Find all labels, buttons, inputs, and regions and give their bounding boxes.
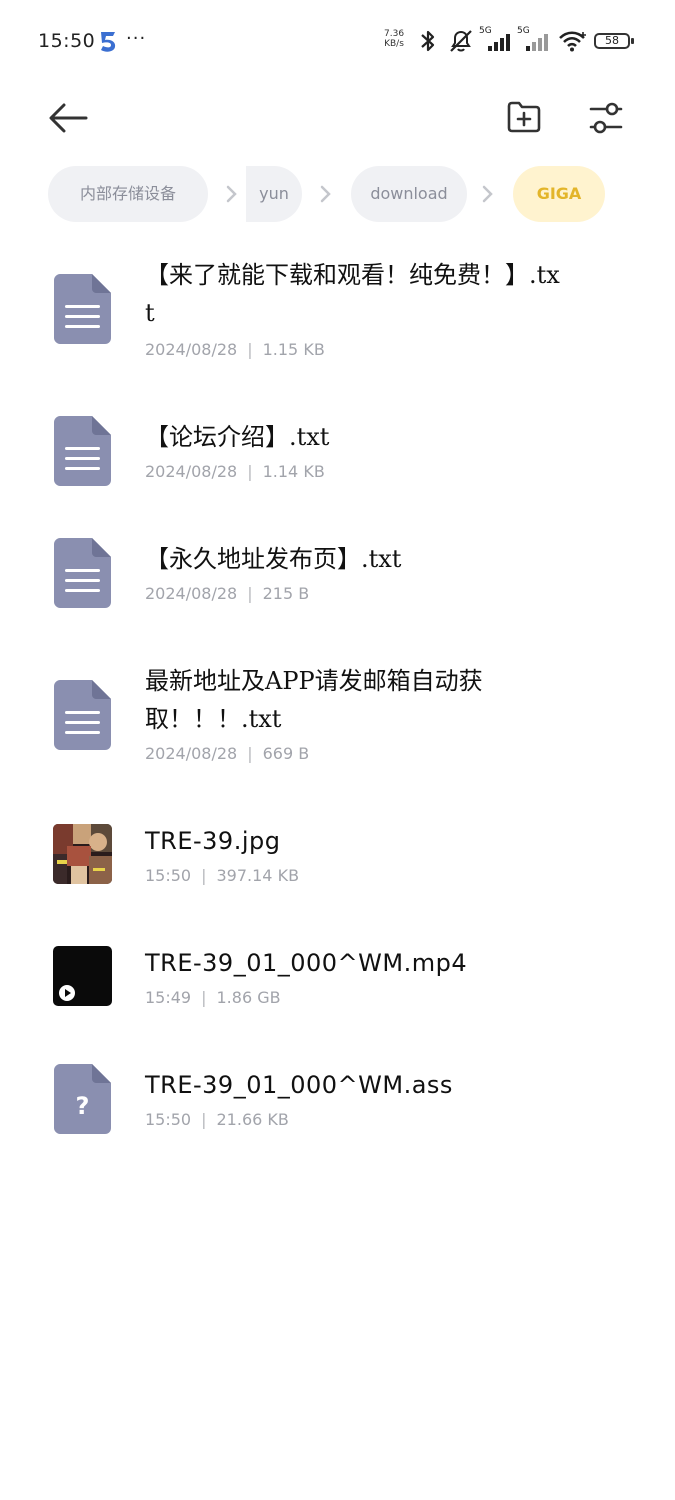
file-date: 15:50 [145, 1110, 192, 1129]
signal-sim2-icon [526, 34, 548, 51]
file-row[interactable]: 最新地址及APP请发邮箱自动获取！！！.txt 2024/08/28 | 669 B [0, 656, 675, 776]
file-size: 21.66 KB [216, 1110, 289, 1129]
breadcrumb-item-giga[interactable]: GIGA [513, 166, 605, 222]
file-size: 669 B [262, 744, 310, 763]
file-meta: 2024/08/28 | 1.15 KB [145, 340, 325, 359]
file-size: 1.14 KB [262, 462, 325, 481]
file-size: 397.14 KB [216, 866, 300, 885]
chevron-right-icon [226, 185, 237, 203]
file-date: 15:50 [145, 866, 192, 885]
file-name: 【来了就能下载和观看！纯免费！】.txt [145, 261, 560, 327]
file-meta: 15:50 | 397.14 KB [145, 866, 299, 885]
file-date: 2024/08/28 [145, 462, 238, 481]
file-date: 15:49 [145, 988, 192, 1007]
video-thumbnail [53, 946, 112, 1006]
file-size: 215 B [262, 584, 310, 603]
toolbar [0, 84, 675, 154]
breadcrumb: 内部存储设备 yun download GIGA [48, 166, 675, 222]
file-date: 2024/08/28 [145, 340, 238, 359]
svg-text:?: ? [76, 1092, 90, 1120]
filter-settings-button[interactable] [588, 100, 624, 136]
breadcrumb-item-download[interactable]: download [351, 166, 467, 222]
network-speed: 7.36 KB/s [384, 29, 404, 49]
file-row[interactable]: ? TRE-39_01_000^WM.ass 15:50 | 21.66 KB [0, 1062, 675, 1152]
new-folder-button[interactable] [506, 100, 542, 134]
signal-sim1-icon [488, 34, 510, 51]
file-meta: 2024/08/28 | 215 B [145, 584, 309, 603]
status-time: 15:50 [38, 30, 96, 52]
file-name: 【永久地址发布页】.txt [145, 545, 402, 573]
text-document-icon [54, 416, 111, 486]
status-more-icon: ··· [126, 28, 147, 49]
unknown-file-icon: ? [54, 1064, 111, 1134]
file-row[interactable]: TRE-39.jpg 15:50 | 397.14 KB [0, 818, 675, 908]
file-row[interactable]: TRE-39_01_000^WM.mp4 15:49 | 1.86 GB [0, 940, 675, 1030]
file-size: 1.15 KB [262, 340, 325, 359]
meta-separator: | [247, 340, 253, 359]
bluetooth-icon [421, 30, 435, 52]
file-meta: 15:49 | 1.86 GB [145, 988, 281, 1007]
file-size: 1.86 GB [216, 988, 281, 1007]
wifi-icon [559, 31, 586, 52]
chevron-right-icon [482, 185, 493, 203]
meta-separator: | [201, 1110, 207, 1129]
file-row[interactable]: 【来了就能下载和观看！纯免费！】.txt 2024/08/28 | 1.15 KB [0, 250, 675, 370]
network-speed-unit: KB/s [384, 39, 404, 49]
network-speed-value: 7.36 [384, 29, 405, 39]
text-document-icon [54, 274, 111, 344]
file-meta: 2024/08/28 | 1.14 KB [145, 462, 325, 481]
status-bar: 15:50 ··· 7.36 KB/s 5G 5G 58 [0, 0, 675, 84]
file-meta: 2024/08/28 | 669 B [145, 744, 309, 763]
file-name: 【论坛介绍】.txt [145, 423, 330, 451]
battery-indicator: 58 [594, 33, 634, 49]
mute-bell-icon [450, 30, 472, 52]
meta-separator: | [201, 866, 207, 885]
meta-separator: | [247, 462, 253, 481]
file-row[interactable]: 【论坛介绍】.txt 2024/08/28 | 1.14 KB [0, 412, 675, 502]
text-document-icon [54, 538, 111, 608]
meta-separator: | [201, 988, 207, 1007]
back-button[interactable] [46, 100, 90, 136]
file-row[interactable]: 【永久地址发布页】.txt 2024/08/28 | 215 B [0, 534, 675, 624]
file-name: TRE-39.jpg [145, 827, 281, 855]
breadcrumb-item-internal-storage[interactable]: 内部存储设备 [48, 166, 208, 222]
file-date: 2024/08/28 [145, 584, 238, 603]
file-date: 2024/08/28 [145, 744, 238, 763]
app-notification-icon [101, 32, 116, 52]
chevron-right-icon [320, 185, 331, 203]
meta-separator: | [247, 584, 253, 603]
file-name: TRE-39_01_000^WM.mp4 [145, 949, 468, 977]
text-document-icon [54, 680, 111, 750]
meta-separator: | [247, 744, 253, 763]
file-name: 最新地址及APP请发邮箱自动获取！！！.txt [145, 667, 483, 733]
breadcrumb-item-yun[interactable]: yun [246, 166, 302, 222]
file-name: TRE-39_01_000^WM.ass [145, 1071, 453, 1099]
file-meta: 15:50 | 21.66 KB [145, 1110, 289, 1129]
image-thumbnail [53, 824, 112, 884]
